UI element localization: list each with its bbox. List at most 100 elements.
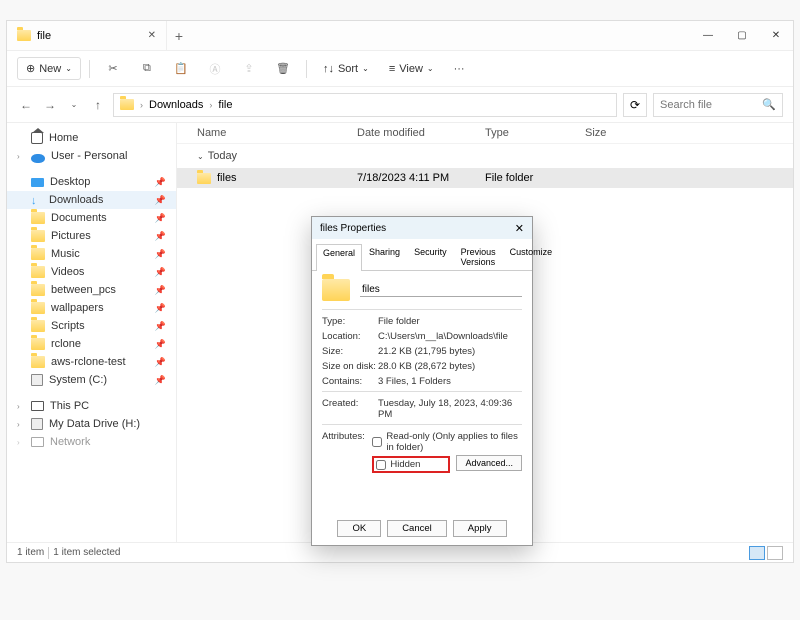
folder-name-input[interactable] [360,283,522,297]
sidebar-item-system-c[interactable]: System (C:)📌 [7,371,176,389]
search-placeholder: Search file [660,99,712,111]
sidebar-label: between_pcs [51,284,116,296]
hidden-label: Hidden [390,459,420,470]
new-button[interactable]: ⊕ New ⌄ [17,57,81,80]
folder-icon [31,338,45,350]
pin-icon: 📌 [155,213,166,224]
status-item-count: 1 item [17,547,44,558]
window-controls: — ▢ ✕ [691,21,793,51]
contains-label: Contains: [322,376,378,387]
sidebar-item-music[interactable]: Music📌 [7,245,176,263]
up-button[interactable]: ↑ [89,98,107,112]
copy-button[interactable]: ⧉ [132,58,162,80]
size-label: Size: [322,346,378,357]
refresh-button[interactable]: ⟳ [623,93,647,117]
chevron-down-icon: ⌄ [197,152,204,161]
column-header-type[interactable]: Type [485,127,585,139]
tab-general[interactable]: General [316,244,362,271]
rename-button[interactable]: Ⓐ [200,58,230,80]
apply-button[interactable]: Apply [453,520,507,537]
sidebar-item-pictures[interactable]: Pictures📌 [7,227,176,245]
more-button[interactable]: ··· [446,59,473,79]
sidebar-label: Documents [51,212,107,224]
cut-button[interactable]: ✂ [98,58,128,80]
sidebar-item-videos[interactable]: Videos📌 [7,263,176,281]
tab-customize[interactable]: Customize [503,243,560,270]
delete-button[interactable]: 🗑 [268,58,298,80]
status-selected-count: 1 item selected [53,547,120,558]
tab-security[interactable]: Security [407,243,454,270]
sidebar-item-this-pc[interactable]: ›This PC [7,397,176,415]
sidebar-item-user-onedrive[interactable]: ›User - Personal [7,147,176,165]
advanced-button[interactable]: Advanced... [456,455,522,471]
thumbnails-view-button[interactable] [767,546,783,560]
contains-value: 3 Files, 1 Folders [378,376,522,387]
ok-button[interactable]: OK [337,520,381,537]
cancel-button[interactable]: Cancel [387,520,447,537]
sidebar-item-rclone[interactable]: rclone📌 [7,335,176,353]
column-header-date[interactable]: Date modified [357,127,485,139]
column-header-size[interactable]: Size [585,127,645,139]
details-view-button[interactable] [749,546,765,560]
network-icon [31,437,44,447]
maximize-button[interactable]: ▢ [725,21,759,51]
folder-icon [31,320,45,332]
group-header-today[interactable]: ⌄ Today [177,144,793,168]
hidden-checkbox-input[interactable] [376,460,386,470]
sidebar-item-my-data-drive[interactable]: ›My Data Drive (H:) [7,415,176,433]
table-row[interactable]: files 7/18/2023 4:11 PM File folder [177,168,793,188]
size-on-disk-label: Size on disk: [322,361,378,372]
sidebar-item-home[interactable]: Home [7,129,176,147]
window-tab[interactable]: file ✕ [7,21,167,51]
close-button[interactable]: ✕ [759,21,793,51]
scissors-icon: ✂ [106,62,120,76]
downloads-icon [31,195,43,205]
breadcrumb-downloads[interactable]: Downloads [149,99,203,111]
forward-button[interactable]: → [41,98,59,112]
separator [322,309,522,310]
sidebar-item-documents[interactable]: Documents 📌 [7,209,176,227]
created-value: Tuesday, July 18, 2023, 4:09:36 PM [378,398,522,420]
breadcrumb-file[interactable]: file [218,99,232,111]
readonly-checkbox-input[interactable] [372,437,382,447]
share-icon: ⇪ [242,62,256,76]
properties-dialog: files Properties ✕ General Sharing Secur… [311,216,533,546]
sort-button[interactable]: ↑↓ Sort ⌄ [315,59,377,79]
paste-button[interactable]: 📋 [166,58,196,80]
folder-icon [322,279,350,301]
back-button[interactable]: ← [17,98,35,112]
sidebar-item-wallpapers[interactable]: wallpapers📌 [7,299,176,317]
dialog-title: files Properties [320,223,386,234]
view-button[interactable]: ≡ View ⌄ [381,59,442,79]
hidden-checkbox[interactable]: Hidden [376,459,420,470]
toolbar: ⊕ New ⌄ ✂ ⧉ 📋 Ⓐ ⇪ 🗑 ↑↓ Sort ⌄ ≡ View ⌄ ·… [7,51,793,87]
address-bar[interactable]: › Downloads › file [113,93,617,117]
close-icon[interactable]: ✕ [515,222,524,235]
sidebar-item-downloads[interactable]: Downloads📌 [7,191,176,209]
tab-sharing[interactable]: Sharing [362,243,407,270]
sidebar-item-desktop[interactable]: Desktop📌 [7,173,176,191]
dialog-titlebar[interactable]: files Properties ✕ [312,217,532,239]
share-button[interactable]: ⇪ [234,58,264,80]
pin-icon: 📌 [155,231,166,242]
music-icon [31,248,45,260]
readonly-checkbox[interactable]: Read-only (Only applies to files in fold… [372,431,522,453]
pin-icon: 📌 [155,285,166,296]
size-value: 21.2 KB (21,795 bytes) [378,346,522,357]
history-dropdown[interactable]: ⌄ [65,100,83,109]
chevron-right-icon: › [17,420,25,429]
tab-previous-versions[interactable]: Previous Versions [454,243,503,270]
column-header-name[interactable]: Name [197,127,357,139]
folder-icon [31,284,45,296]
sidebar-item-scripts[interactable]: Scripts📌 [7,317,176,335]
new-tab-button[interactable]: + [167,28,191,44]
search-input[interactable]: Search file 🔍 [653,93,783,117]
sidebar-item-aws-rclone-test[interactable]: aws-rclone-test📌 [7,353,176,371]
close-tab-icon[interactable]: ✕ [148,30,156,41]
sidebar-item-network[interactable]: ›Network [7,433,176,451]
sidebar-item-between-pcs[interactable]: between_pcs 📌 [7,281,176,299]
disk-icon [31,374,43,386]
created-label: Created: [322,398,378,409]
separator [89,60,90,78]
minimize-button[interactable]: — [691,21,725,51]
